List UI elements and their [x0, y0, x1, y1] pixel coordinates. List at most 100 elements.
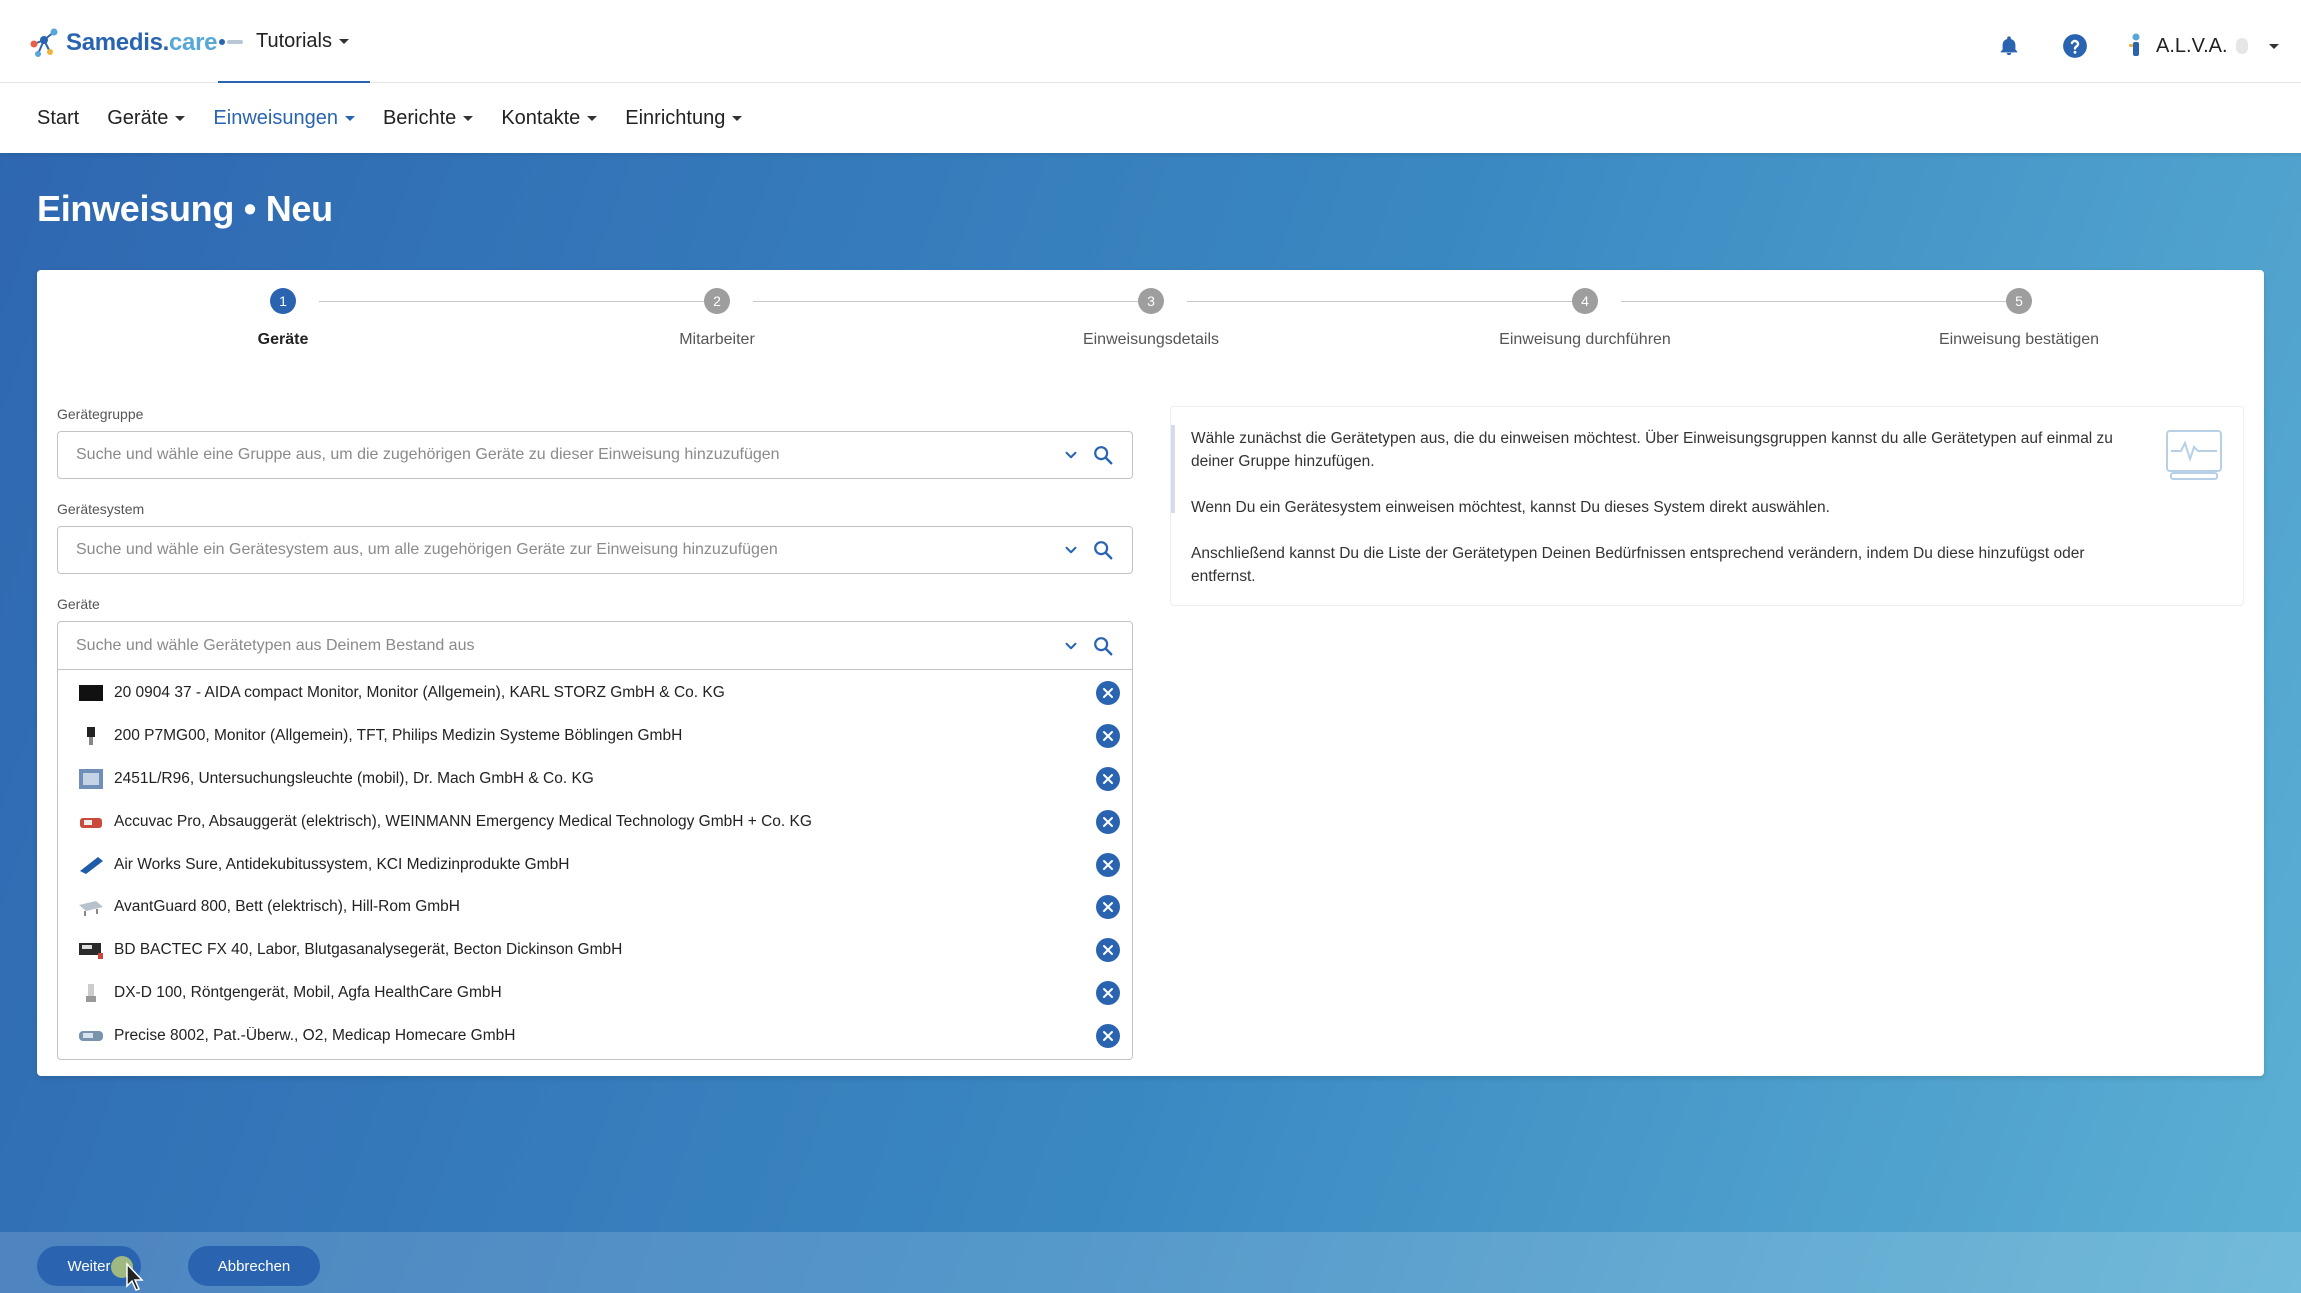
devices-field-label: Geräte: [57, 596, 100, 612]
step-mitarbeiter[interactable]: 2 Mitarbeiter: [567, 288, 867, 349]
close-icon: [1103, 816, 1113, 827]
list-item: DX-D 100, Röntgengerät, Mobil, Agfa Heal…: [58, 972, 1132, 1015]
chevron-down-icon: [732, 115, 743, 121]
bell-icon: [2000, 36, 2018, 56]
step-number: 2: [704, 288, 730, 314]
system-field-label: Gerätesystem: [57, 501, 145, 517]
cancel-button[interactable]: Abbrechen: [188, 1246, 320, 1286]
device-thumbnail-icon: [86, 983, 96, 1002]
system-select[interactable]: Suche und wähle ein Gerätesystem aus, um…: [57, 526, 1133, 574]
group-select-placeholder: Suche und wähle eine Gruppe aus, um die …: [76, 446, 780, 463]
search-icon[interactable]: [1092, 539, 1114, 561]
search-icon[interactable]: [1092, 635, 1114, 657]
info-paragraph: Wenn Du ein Gerätesystem einweisen möcht…: [1191, 499, 1830, 516]
devices-select[interactable]: Suche und wähle Gerätetypen aus Deinem B…: [58, 622, 1132, 670]
device-label: DX-D 100, Röntgengerät, Mobil, Agfa Heal…: [114, 983, 502, 1001]
step-einweisungsdetails[interactable]: 3 Einweisungsdetails: [1001, 288, 1301, 349]
device-thumbnail-icon: [79, 768, 103, 789]
close-icon: [1103, 945, 1113, 956]
workspace-switcher[interactable]: Tutorials: [218, 30, 349, 53]
main-navigation: Start Geräte Einweisungen Berichte Konta…: [0, 83, 2301, 153]
step-geraete[interactable]: 1 Geräte: [133, 288, 433, 349]
chevron-down-icon[interactable]: [1062, 446, 1080, 464]
device-label: Precise 8002, Pat.-Überw., O2, Medicap H…: [114, 1026, 516, 1044]
help-info-panel: Wähle zunächst die Gerätetypen aus, die …: [1170, 406, 2244, 606]
help-button[interactable]: [2061, 32, 2089, 60]
nav-item-label: Kontakte: [501, 106, 581, 129]
chevron-down-icon: [463, 115, 474, 121]
devices-select-placeholder: Suche und wähle Gerätetypen aus Deinem B…: [76, 636, 475, 654]
remove-device-button[interactable]: [1096, 852, 1120, 877]
step-label: Mitarbeiter: [679, 331, 755, 348]
nav-item-label: Start: [37, 106, 80, 129]
remove-device-button[interactable]: [1096, 766, 1120, 791]
remove-device-button[interactable]: [1096, 1023, 1120, 1048]
chevron-down-icon: [2268, 43, 2279, 49]
nav-item-label: Berichte: [382, 106, 457, 129]
device-thumbnail-icon: [87, 727, 95, 746]
device-selection-form: Gerätegruppe Suche und wähle eine Gruppe…: [57, 406, 1133, 1061]
device-label: Accuvac Pro, Absauggerät (elektrisch), W…: [114, 812, 812, 830]
user-avatar-icon: [2129, 33, 2140, 56]
info-paragraph: Wähle zunächst die Gerätetypen aus, die …: [1191, 430, 2113, 470]
list-item: BD BACTEC FX 40, Labor, Blutgasanalysege…: [58, 929, 1132, 972]
info-accent-bar: [1171, 425, 1175, 513]
list-item: Precise 8002, Pat.-Überw., O2, Medicap H…: [58, 1014, 1132, 1057]
nav-item-kontakte[interactable]: Kontakte: [501, 83, 598, 153]
wizard-action-bar: Weiter Abbrechen: [0, 1232, 2301, 1293]
step-label: Geräte: [257, 331, 309, 348]
close-icon: [1103, 987, 1113, 998]
step-number: 4: [1572, 288, 1598, 314]
group-select[interactable]: Suche und wähle eine Gruppe aus, um die …: [57, 431, 1133, 479]
chevron-down-icon[interactable]: [1062, 637, 1080, 655]
workspace-name: Tutorials: [256, 30, 332, 52]
notifications-button[interactable]: [1995, 32, 2023, 60]
step-einweisung-bestaetigen[interactable]: 5 Einweisung bestätigen: [1869, 288, 2169, 349]
device-label: BD BACTEC FX 40, Labor, Blutgasanalysege…: [114, 941, 623, 959]
remove-device-button[interactable]: [1096, 724, 1120, 749]
workspace-logo-icon: [219, 38, 243, 45]
page-title: Einweisung • Neu: [37, 188, 333, 229]
list-item: Accuvac Pro, Absauggerät (elektrisch), W…: [58, 800, 1132, 843]
step-label: Einweisungsdetails: [1082, 331, 1220, 348]
system-select-placeholder: Suche und wähle ein Gerätesystem aus, um…: [76, 541, 778, 558]
step-einweisung-durchfuehren[interactable]: 4 Einweisung durchführen: [1435, 288, 1735, 349]
device-thumbnail-icon: [80, 856, 103, 874]
device-label: Air Works Sure, Antidekubitussystem, KCI…: [114, 855, 570, 873]
user-name: A.L.V.A.: [2156, 34, 2228, 57]
nav-item-berichte[interactable]: Berichte: [382, 83, 474, 153]
chevron-down-icon: [338, 39, 349, 44]
brand-logo-link[interactable]: Samedis.care: [28, 26, 217, 60]
devices-box: Suche und wähle Gerätetypen aus Deinem B…: [57, 621, 1133, 1061]
cancel-button-label: Abbrechen: [217, 1257, 291, 1275]
mouse-cursor-icon: [126, 1262, 144, 1291]
remove-device-button[interactable]: [1096, 938, 1120, 963]
nav-item-geraete[interactable]: Geräte: [107, 83, 186, 153]
user-menu[interactable]: A.L.V.A.: [2126, 32, 2279, 60]
chevron-down-icon[interactable]: [1062, 541, 1080, 559]
chevron-down-icon: [175, 115, 186, 121]
close-icon: [1103, 902, 1113, 913]
search-icon[interactable]: [1092, 444, 1114, 466]
step-number: 5: [2006, 288, 2032, 314]
device-label: 200 P7MG00, Monitor (Allgemein), TFT, Ph…: [114, 727, 683, 745]
list-item: Air Works Sure, Antidekubitussystem, KCI…: [58, 843, 1132, 886]
help-icon: [2063, 34, 2087, 58]
device-thumbnail-icon: [80, 817, 102, 828]
info-text: Wähle zunächst die Gerätetypen aus, die …: [1191, 427, 2151, 611]
next-button-label: Weiter: [67, 1257, 111, 1275]
user-status-indicator: [2235, 38, 2248, 54]
nav-item-start[interactable]: Start: [37, 83, 79, 153]
remove-device-button[interactable]: [1096, 980, 1120, 1005]
chevron-down-icon: [587, 115, 598, 121]
remove-device-button[interactable]: [1096, 681, 1120, 706]
remove-device-button[interactable]: [1096, 809, 1120, 834]
device-monitor-illustration-icon: [2166, 430, 2222, 480]
close-icon: [1103, 1030, 1113, 1041]
nav-item-einweisungen[interactable]: Einweisungen: [213, 83, 355, 153]
remove-device-button[interactable]: [1096, 895, 1120, 920]
nav-item-label: Einrichtung: [625, 106, 726, 129]
close-icon: [1103, 731, 1113, 742]
step-number: 3: [1138, 288, 1164, 314]
nav-item-einrichtung[interactable]: Einrichtung: [625, 83, 743, 153]
